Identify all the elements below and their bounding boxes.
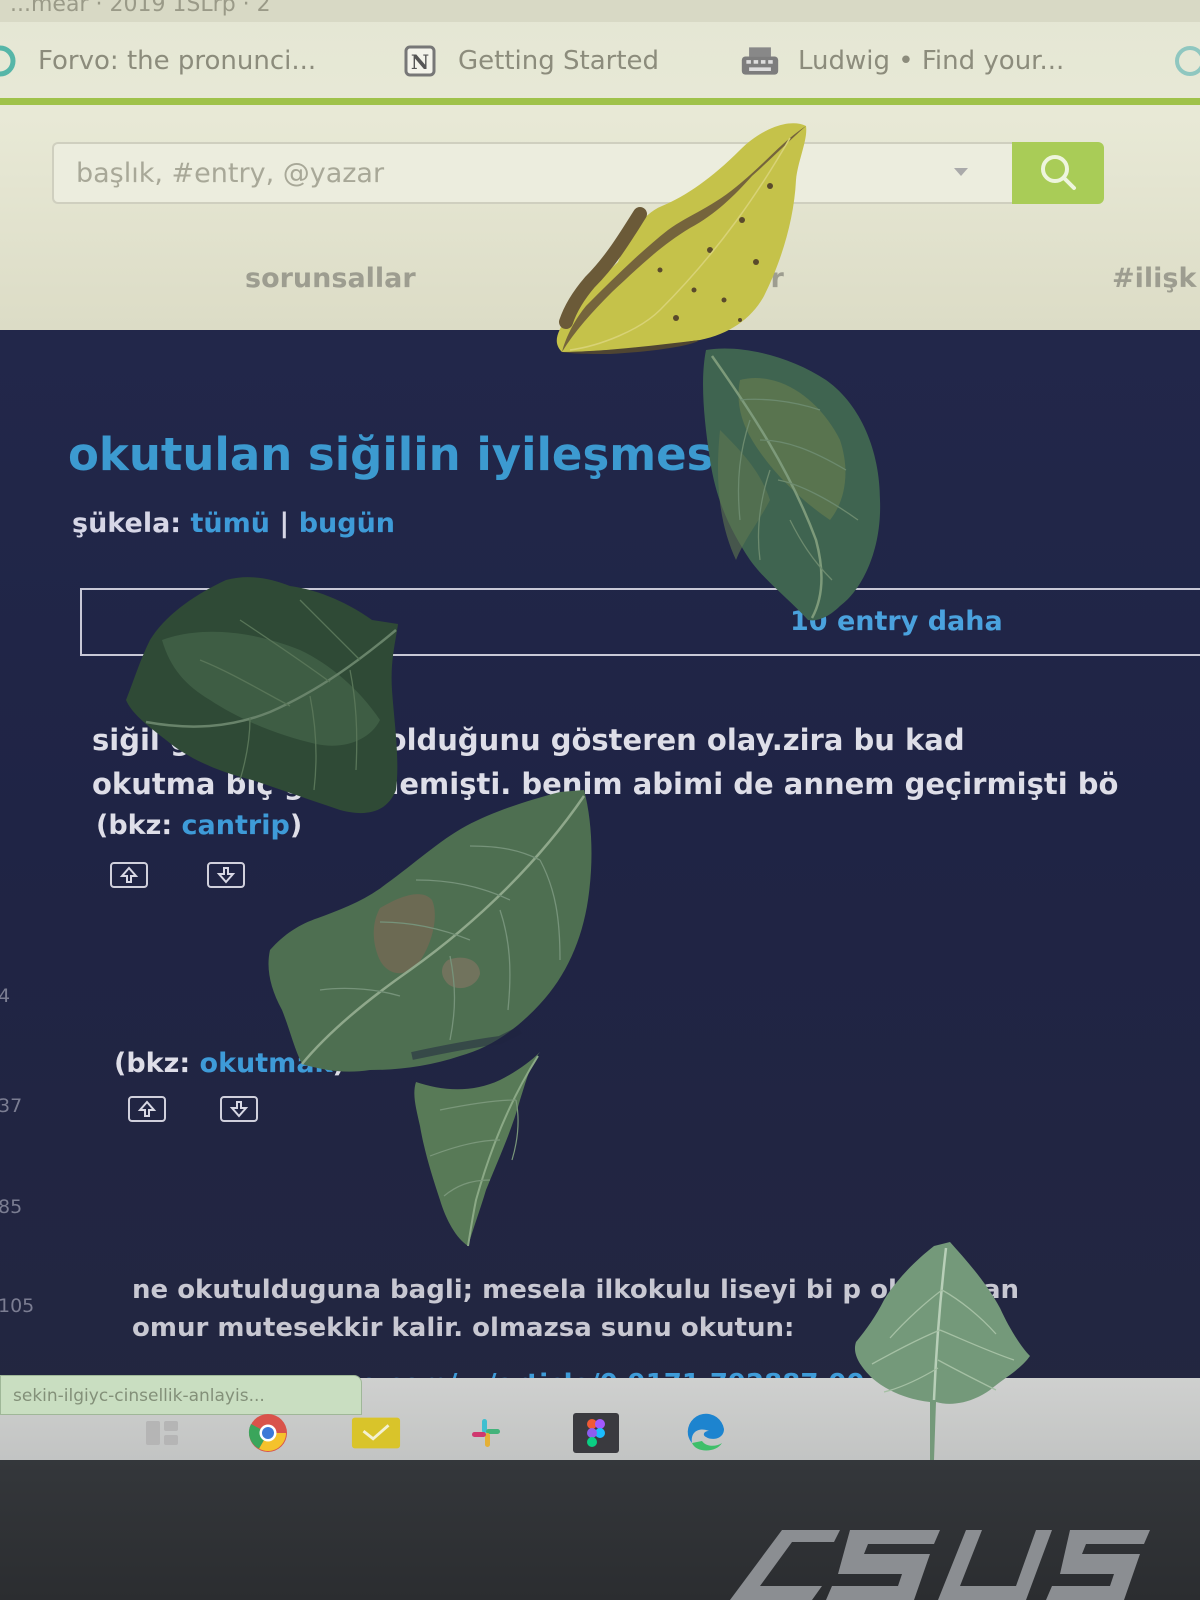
green-leaf-mottled bbox=[703, 348, 881, 621]
light-green-leaf bbox=[854, 1242, 1030, 1460]
green-leaf-left bbox=[126, 577, 398, 814]
green-leaf-lesion bbox=[268, 790, 592, 1072]
green-leaf-small bbox=[414, 1052, 540, 1247]
yellow-diseased-leaf bbox=[556, 123, 807, 354]
leaves-overlay bbox=[126, 123, 1030, 1460]
